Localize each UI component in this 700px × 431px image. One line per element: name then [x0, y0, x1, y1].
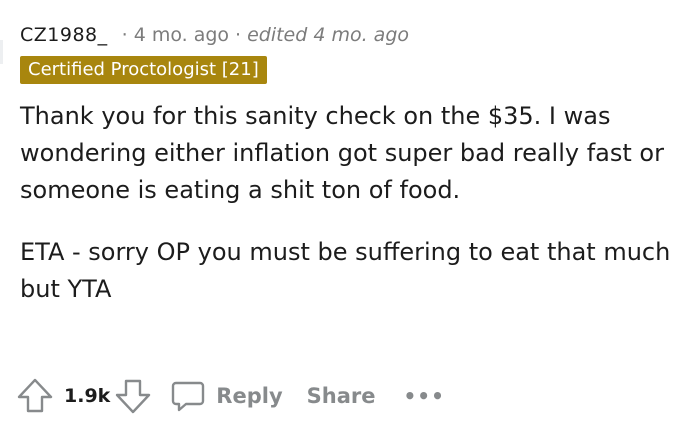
reply-button[interactable]: Reply [170, 378, 283, 414]
downvote-arrow-icon[interactable] [114, 377, 152, 415]
meta-separator: · [235, 24, 242, 46]
author-name[interactable]: CZ1988_ [20, 22, 108, 48]
comment-paragraph: Thank you for this sanity check on the $… [20, 102, 664, 204]
comment-age[interactable]: 4 mo. ago [134, 22, 229, 48]
thread-line[interactable] [0, 40, 3, 64]
upvote-arrow-icon[interactable] [16, 377, 54, 415]
comment-paragraph: ETA - sorry OP you must be suffering to … [20, 238, 671, 303]
more-options-button[interactable]: ••• [404, 384, 445, 408]
comment: CZ1988_ · 4 mo. ago · edited 4 mo. ago C… [20, 22, 680, 333]
vote-count: 1.9k [64, 385, 111, 407]
speech-bubble-icon [170, 378, 206, 414]
reply-label: Reply [216, 384, 283, 408]
comment-meta: CZ1988_ · 4 mo. ago · edited 4 mo. ago [20, 22, 680, 48]
meta-separator: · [121, 24, 128, 46]
edited-label: edited 4 mo. ago [247, 24, 410, 46]
user-flair: Certified Proctologist [21] [20, 56, 267, 84]
comment-body: Thank you for this sanity check on the $… [20, 98, 680, 308]
share-button[interactable]: Share [307, 384, 376, 408]
comment-actions: 1.9k Reply Share ••• [16, 376, 445, 416]
